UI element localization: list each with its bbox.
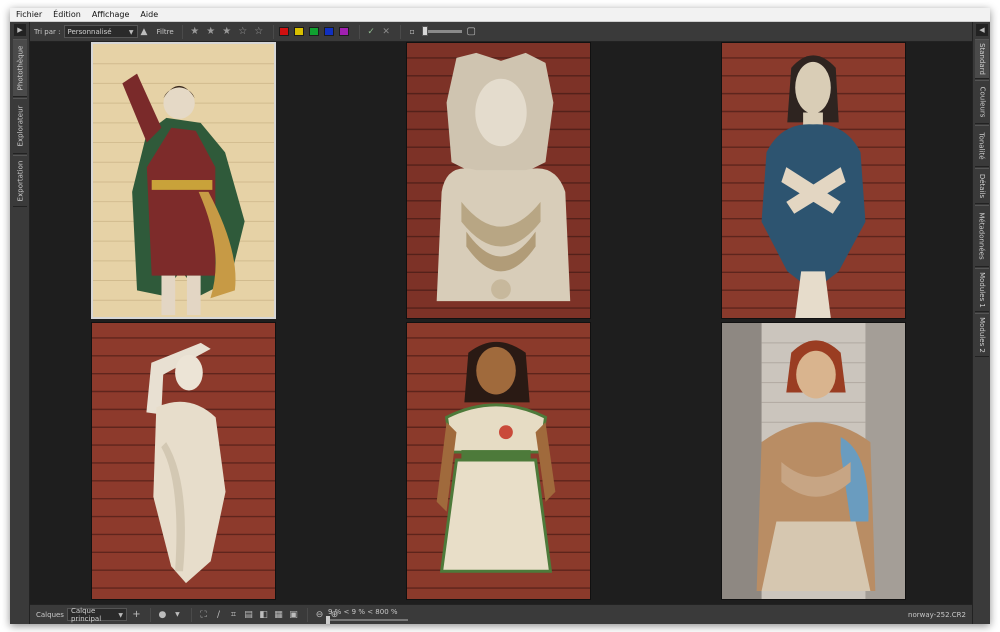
brush-icon[interactable]: ● bbox=[156, 608, 169, 621]
toolbar-divider bbox=[358, 24, 360, 39]
tab-phototheque[interactable]: Photothèque bbox=[13, 39, 27, 97]
zoom-slider[interactable] bbox=[326, 616, 408, 624]
left-panel-bar: ▶ Photothèque Explorateur Exportation bbox=[10, 22, 30, 624]
add-layer-icon[interactable]: + bbox=[130, 608, 143, 621]
tab-couleurs[interactable]: Couleurs bbox=[975, 80, 989, 124]
thumbnail-browser bbox=[30, 42, 972, 604]
statusbar-divider bbox=[149, 607, 151, 622]
sort-select-value: Personnalisé bbox=[67, 27, 112, 36]
statusbar-divider bbox=[190, 607, 192, 622]
tab-couleurs-label: Couleurs bbox=[978, 86, 987, 118]
tab-standard[interactable]: Standard bbox=[975, 39, 989, 79]
thumbnail-figurehead-horn-blower[interactable] bbox=[91, 42, 276, 319]
chevron-down-icon: ▼ bbox=[128, 29, 134, 36]
tab-modules-2-label: Modules 2 bbox=[978, 317, 986, 353]
thumbnail-figurehead-red-hair[interactable] bbox=[721, 322, 906, 600]
menu-fichier[interactable]: Fichier bbox=[16, 10, 42, 19]
color-label-purple[interactable] bbox=[338, 27, 349, 36]
toolbar-divider bbox=[272, 24, 274, 39]
tab-phototheque-label: Photothèque bbox=[16, 45, 24, 91]
color-label-blue[interactable] bbox=[323, 27, 334, 36]
current-filename: norway-252.CR2 bbox=[908, 611, 966, 619]
accept-icon[interactable]: ✓ bbox=[365, 25, 378, 38]
toolbar-divider bbox=[399, 24, 401, 39]
tab-tonalite[interactable]: Tonalité bbox=[975, 125, 989, 167]
thumbnail-figurehead-white-woman[interactable] bbox=[91, 322, 276, 600]
color-label-green[interactable] bbox=[308, 27, 319, 36]
tab-details-label: Détails bbox=[978, 173, 986, 199]
thumbnail-large-icon: ▢ bbox=[466, 26, 476, 37]
tab-modules-1[interactable]: Modules 1 bbox=[975, 268, 989, 312]
thumbnail-size-slider[interactable] bbox=[421, 26, 462, 36]
top-toolbar: Tri par : Personnalisé ▼ ▲ Filtre ★ ★ ★ … bbox=[30, 22, 972, 42]
tab-standard-label: Standard bbox=[978, 43, 987, 75]
layers-label: Calques bbox=[36, 610, 64, 619]
grid-view-icon[interactable]: ▦ bbox=[272, 608, 285, 621]
thumbnail-figurehead-crowned-bust[interactable] bbox=[406, 42, 591, 319]
tab-modules-1-label: Modules 1 bbox=[978, 272, 986, 308]
tab-modules-2[interactable]: Modules 2 bbox=[975, 313, 989, 357]
tab-exportation-label: Exportation bbox=[16, 160, 24, 202]
color-label-yellow[interactable] bbox=[293, 27, 304, 36]
chevron-down-icon[interactable]: ▼ bbox=[171, 608, 184, 621]
tab-explorateur[interactable]: Explorateur bbox=[13, 98, 27, 154]
tab-metadonnees-label: Métadonnées bbox=[978, 212, 986, 260]
star-4-icon[interactable]: ☆ bbox=[236, 25, 250, 38]
figurehead-image bbox=[92, 323, 275, 599]
menu-bar: Fichier Édition Affichage Aide bbox=[10, 8, 990, 22]
thumbnail-small-icon: ▫ bbox=[409, 27, 415, 36]
fit-icon[interactable]: ⛶ bbox=[197, 608, 210, 621]
expand-left-icon[interactable]: ▶ bbox=[14, 24, 26, 36]
layer-select[interactable]: Calque principal ▼ bbox=[66, 606, 127, 623]
compare-icon[interactable]: ◧ bbox=[257, 608, 270, 621]
figurehead-image bbox=[407, 43, 590, 318]
star-2-icon[interactable]: ★ bbox=[204, 25, 218, 38]
sort-order-icon[interactable]: ▲ bbox=[138, 25, 151, 38]
chevron-down-icon: ▼ bbox=[118, 612, 123, 619]
app-window: Fichier Édition Affichage Aide ▶ Phototh… bbox=[10, 8, 990, 624]
collapse-right-icon[interactable]: ◀ bbox=[976, 24, 988, 36]
sort-select[interactable]: Personnalisé ▼ bbox=[63, 25, 138, 38]
color-label-red[interactable] bbox=[278, 27, 289, 36]
bottom-statusbar: Calques Calque principal ▼ + ● ▼ ⛶ ∕ ⌗ ▤… bbox=[30, 604, 972, 624]
straighten-icon[interactable]: ∕ bbox=[212, 608, 225, 621]
zoom-out-icon[interactable]: ⊖ bbox=[313, 608, 326, 621]
stack-icon[interactable]: ▤ bbox=[242, 608, 255, 621]
crop-icon[interactable]: ⌗ bbox=[227, 608, 240, 621]
tab-exportation[interactable]: Exportation bbox=[13, 155, 27, 207]
zoom-readout: 9 % < 9 % < 800 % bbox=[328, 608, 398, 616]
layer-select-value: Calque principal bbox=[70, 606, 102, 623]
star-1-icon[interactable]: ★ bbox=[188, 25, 202, 38]
figurehead-image bbox=[93, 44, 274, 317]
zoom-slider-thumb[interactable] bbox=[326, 616, 330, 624]
tab-explorateur-label: Explorateur bbox=[16, 105, 24, 147]
right-panel-bar: ◀ Standard Couleurs Tonalité Détails Mét… bbox=[972, 22, 990, 624]
menu-affichage[interactable]: Affichage bbox=[92, 10, 130, 19]
slider-thumb[interactable] bbox=[421, 26, 428, 36]
star-5-icon[interactable]: ☆ bbox=[252, 25, 266, 38]
sort-label: Tri par : bbox=[34, 27, 61, 36]
thumbnail-figurehead-blue-robe[interactable] bbox=[721, 42, 906, 319]
tab-metadonnees[interactable]: Métadonnées bbox=[975, 205, 989, 267]
star-3-icon[interactable]: ★ bbox=[220, 25, 234, 38]
figurehead-image bbox=[407, 323, 590, 599]
toolbar-divider bbox=[181, 24, 183, 39]
figurehead-image bbox=[722, 323, 905, 599]
tab-tonalite-label: Tonalité bbox=[978, 132, 987, 160]
menu-aide[interactable]: Aide bbox=[140, 10, 158, 19]
menu-edition[interactable]: Édition bbox=[53, 10, 81, 19]
single-view-icon[interactable]: ▣ bbox=[287, 608, 300, 621]
figurehead-image bbox=[722, 43, 905, 318]
tab-details[interactable]: Détails bbox=[975, 168, 989, 204]
reject-icon[interactable]: ✕ bbox=[380, 25, 393, 38]
filter-label[interactable]: Filtre bbox=[157, 28, 174, 36]
thumbnail-figurehead-green-dress[interactable] bbox=[406, 322, 591, 600]
statusbar-divider bbox=[306, 607, 308, 622]
